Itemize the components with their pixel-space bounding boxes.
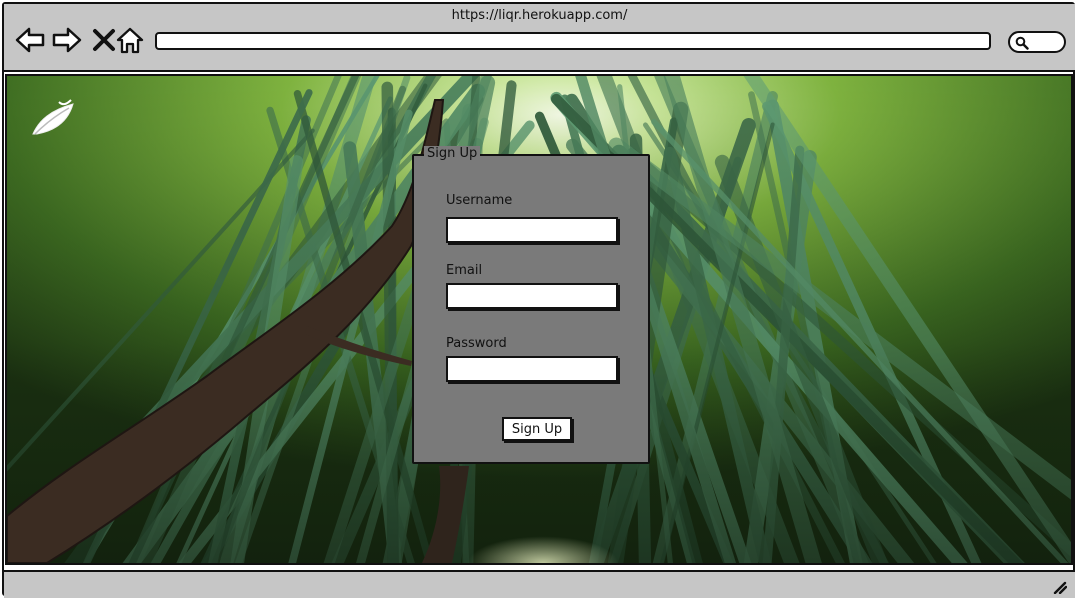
browser-toolbar: https://liqr.herokuapp.com/: [4, 4, 1075, 72]
home-icon[interactable]: [114, 24, 146, 56]
url-display: https://liqr.herokuapp.com/: [451, 8, 628, 23]
leaf-logo-icon[interactable]: [29, 98, 77, 138]
back-arrow-icon[interactable]: [14, 24, 46, 56]
form-legend: Sign Up: [424, 146, 481, 161]
password-label: Password: [446, 336, 507, 351]
resize-grip-icon[interactable]: [1053, 580, 1067, 594]
email-input[interactable]: [446, 283, 618, 309]
signup-button[interactable]: Sign Up: [502, 417, 572, 441]
username-input[interactable]: [446, 217, 618, 243]
address-bar[interactable]: [155, 32, 991, 50]
email-label: Email: [446, 263, 483, 278]
forward-arrow-icon[interactable]: [51, 24, 83, 56]
status-bar: [4, 570, 1075, 598]
signup-form: Sign Up Username Email Password Sign Up: [412, 146, 650, 464]
search-box[interactable]: [1008, 31, 1066, 53]
password-input[interactable]: [446, 356, 618, 382]
username-label: Username: [446, 193, 513, 208]
search-icon: [1015, 36, 1029, 50]
